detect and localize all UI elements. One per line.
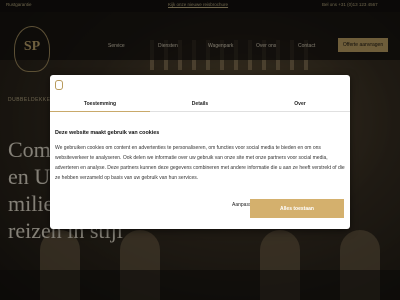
tab-over[interactable]: Over	[250, 101, 350, 107]
tab-toestemming[interactable]: Toestemming	[50, 101, 150, 112]
cookie-tabs: Toestemming Details Over	[50, 97, 350, 112]
cookiebot-logo-icon	[55, 80, 63, 90]
cookie-description: We gebruiken cookies om content en adver…	[55, 145, 345, 181]
tab-details[interactable]: Details	[150, 101, 250, 107]
allow-all-button[interactable]: Alles toestaan	[250, 199, 344, 218]
cookie-title: Deze website maakt gebruik van cookies	[55, 130, 160, 136]
cookie-consent-dialog: Toestemming Details Over Deze website ma…	[50, 75, 350, 229]
